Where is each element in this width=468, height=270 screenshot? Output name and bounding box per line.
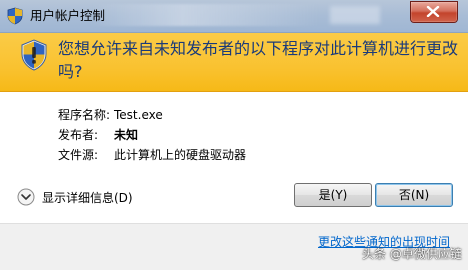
- detail-label: 发布者:: [58, 128, 99, 142]
- close-icon: [426, 6, 440, 17]
- close-button[interactable]: [410, 1, 458, 23]
- blurred-background-text: [330, 6, 380, 24]
- detail-value: Test.exe: [114, 108, 163, 122]
- detail-publisher: 发布者: 未知: [58, 127, 138, 143]
- no-button[interactable]: 否(N): [375, 183, 453, 207]
- detail-value: 此计算机上的硬盘驱动器: [114, 148, 247, 162]
- uac-shield-icon: [7, 7, 23, 25]
- uac-question: 您想允许来自未知发布者的以下程序对此计算机进行更改吗?: [58, 39, 459, 81]
- show-details-toggle[interactable]: 显示详细信息(D): [42, 190, 133, 206]
- detail-label: 程序名称:: [58, 108, 111, 122]
- uac-shield-icon: [21, 39, 47, 71]
- detail-file-origin: 文件源: 此计算机上的硬盘驱动器: [58, 147, 246, 163]
- blurred-background-text: [90, 4, 320, 26]
- window-title: 用户帐户控制: [30, 8, 106, 23]
- yes-button[interactable]: 是(Y): [294, 183, 372, 207]
- warning-banner: 您想允许来自未知发布者的以下程序对此计算机进行更改吗?: [0, 33, 468, 92]
- uac-dialog: 用户帐户控制 您想允许来自未知发布者的以下程序对此计算机进行更改吗? 程序名称:…: [0, 0, 468, 270]
- chevron-down-icon[interactable]: [17, 188, 35, 206]
- detail-value: 未知: [114, 128, 139, 142]
- watermark: 头条 @卓微供应链: [362, 247, 462, 261]
- detail-label: 文件源:: [58, 148, 99, 162]
- detail-program-name: 程序名称: Test.exe: [58, 107, 163, 123]
- title-bar: 用户帐户控制: [0, 0, 468, 33]
